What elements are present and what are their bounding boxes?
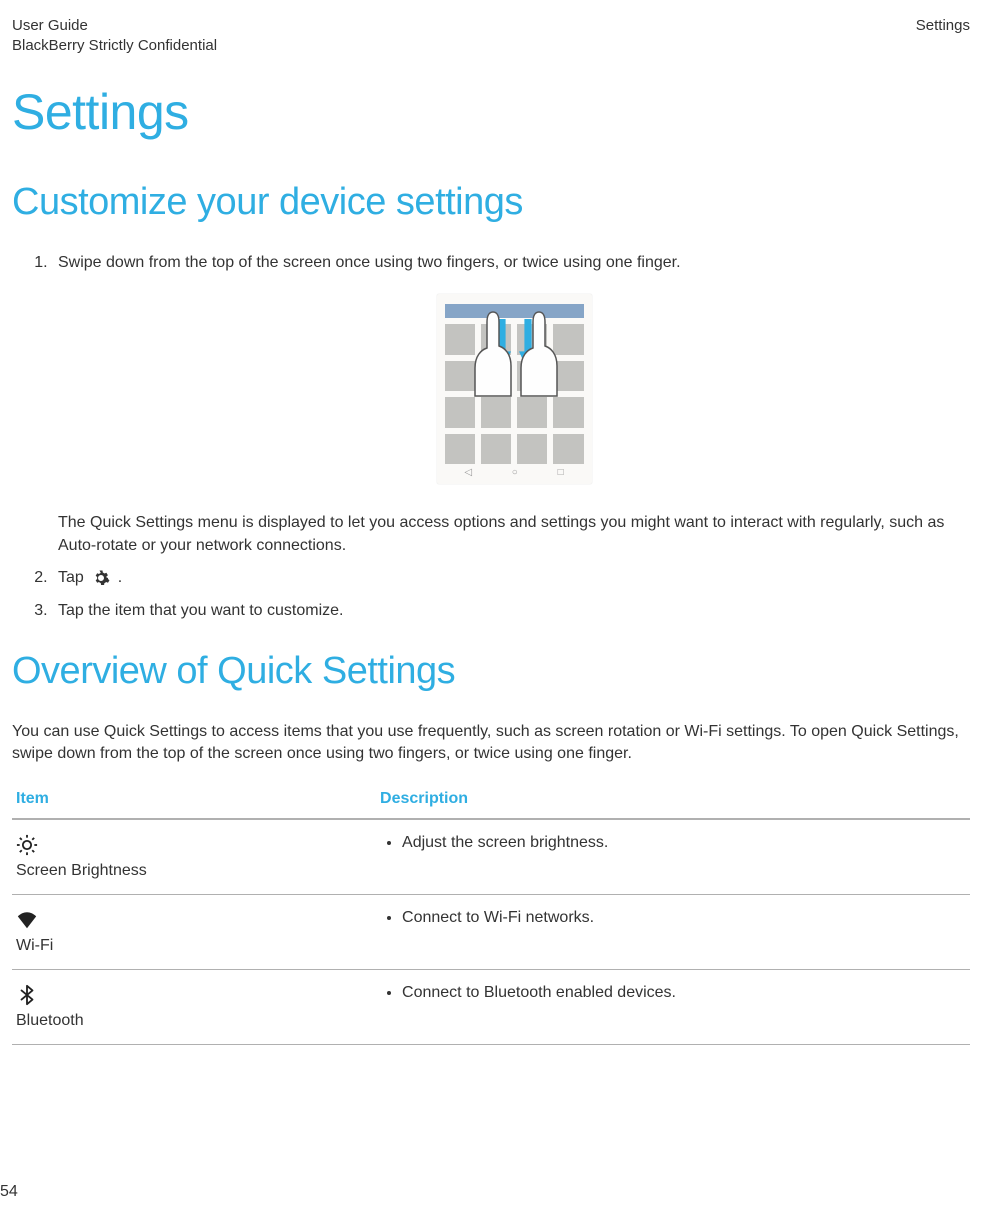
- table-row: Screen Brightness Adjust the screen brig…: [12, 819, 970, 895]
- step-1: Swipe down from the top of the screen on…: [52, 252, 970, 557]
- bluetooth-icon: [16, 984, 38, 1006]
- table-header-item: Item: [12, 782, 376, 819]
- quick-settings-table: Item Description: [12, 782, 970, 1045]
- section-overview-title: Overview of Quick Settings: [12, 650, 970, 693]
- overview-intro: You can use Quick Settings to access ite…: [12, 721, 970, 766]
- table-row: Bluetooth Connect to Bluetooth enabled d…: [12, 969, 970, 1044]
- header-section-label: Settings: [916, 16, 970, 55]
- step-2-prefix: Tap: [58, 567, 84, 589]
- swipe-illustration-wrap: ◁ ○ □: [58, 294, 970, 484]
- illustration-cell: [553, 434, 583, 465]
- document-header: User Guide BlackBerry Strictly Confident…: [12, 16, 970, 55]
- page-number: 54: [0, 1183, 18, 1201]
- page-title: Settings: [12, 83, 970, 141]
- illustration-cell: [481, 434, 511, 465]
- steps-list: Swipe down from the top of the screen on…: [12, 252, 970, 622]
- section-customize-title: Customize your device settings: [12, 181, 970, 224]
- header-guide-title: User Guide: [12, 16, 217, 36]
- illustration-cell: [517, 397, 547, 428]
- item-desc-wifi: Connect to Wi-Fi networks.: [402, 909, 966, 927]
- illustration-navbar: ◁ ○ □: [445, 466, 584, 480]
- illustration-cell: [553, 397, 583, 428]
- nav-home-icon: ○: [512, 466, 518, 480]
- item-label-brightness: Screen Brightness: [16, 862, 372, 880]
- step-3: Tap the item that you want to customize.: [52, 600, 970, 622]
- step-2: Tap .: [52, 567, 970, 589]
- hand-left-icon: [469, 308, 517, 398]
- brightness-icon: [16, 834, 38, 856]
- item-desc-bluetooth: Connect to Bluetooth enabled devices.: [402, 984, 966, 1002]
- illustration-cell: [517, 434, 547, 465]
- step-1-post-text: The Quick Settings menu is displayed to …: [58, 512, 970, 557]
- header-left-block: User Guide BlackBerry Strictly Confident…: [12, 16, 217, 55]
- item-label-wifi: Wi-Fi: [16, 937, 372, 955]
- item-desc-brightness: Adjust the screen brightness.: [402, 834, 966, 852]
- wifi-icon: [16, 909, 38, 931]
- illustration-cell: [445, 397, 475, 428]
- gear-icon: [92, 569, 110, 587]
- swipe-illustration: ◁ ○ □: [437, 294, 592, 484]
- hand-right-icon: [515, 308, 563, 398]
- step-2-suffix: .: [118, 567, 122, 589]
- illustration-cell: [445, 434, 475, 465]
- header-confidential: BlackBerry Strictly Confidential: [12, 36, 217, 56]
- step-1-text: Swipe down from the top of the screen on…: [58, 254, 681, 271]
- illustration-cell: [481, 397, 511, 428]
- nav-back-icon: ◁: [464, 466, 472, 480]
- table-header-description: Description: [376, 782, 970, 819]
- item-label-bluetooth: Bluetooth: [16, 1012, 372, 1030]
- table-row: Wi-Fi Connect to Wi-Fi networks.: [12, 894, 970, 969]
- nav-recent-icon: □: [558, 466, 564, 480]
